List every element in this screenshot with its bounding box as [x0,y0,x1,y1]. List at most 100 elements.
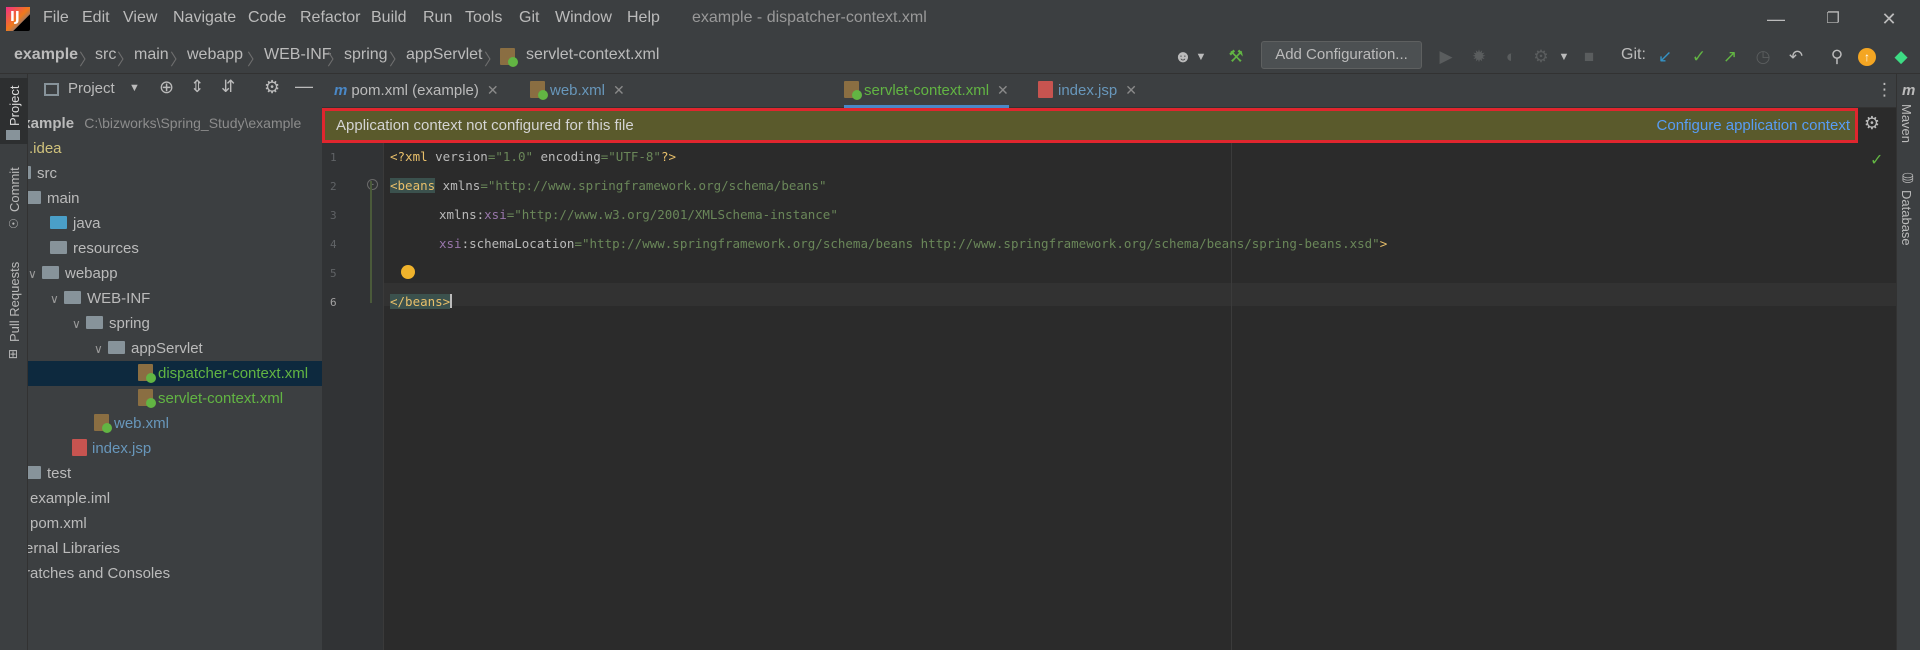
configure-application-context-link[interactable]: Configure application context [1657,117,1850,134]
fold-icon[interactable]: - [367,179,378,190]
tree-item-scratches[interactable]: ratches and Consoles [28,561,319,586]
breadcrumb-servlet-context[interactable]: servlet-context.xml [526,46,659,64]
menu-navigate[interactable]: Navigate [173,9,236,27]
menu-help[interactable]: Help [627,9,660,27]
gear-icon[interactable]: ⚙ [1860,113,1884,137]
tree-item-test[interactable]: test [28,461,318,486]
jetbrains-toolbox-icon[interactable]: ◆ [1890,46,1912,68]
project-panel-title[interactable]: Project [68,80,115,97]
project-panel: Project ▼ ⊕ ⇕ ⇵ ⚙ — example C:\bizworks\… [28,74,322,650]
chevron-down-icon[interactable]: ∨ [72,312,86,337]
close-icon[interactable]: ✕ [487,82,499,98]
line-number: 2 [330,180,337,193]
tree-item-index-jsp[interactable]: index.jsp [72,436,322,461]
run-icon[interactable]: ▶ [1435,46,1457,68]
menu-run[interactable]: Run [423,9,452,27]
resources-folder-icon [50,241,67,254]
breadcrumb-spring[interactable]: spring [344,46,388,64]
xml-namespace: xsi [484,207,507,222]
menu-edit[interactable]: Edit [82,9,110,27]
commit-tool-label[interactable]: Commit [7,167,22,212]
debug-icon[interactable]: ✹ [1468,46,1490,68]
breadcrumb-webapp[interactable]: webapp [187,46,243,64]
breadcrumb-appservlet[interactable]: appServlet [406,46,483,64]
folder-icon [28,466,41,479]
expand-all-icon[interactable]: ⇕ [190,77,204,97]
menu-window[interactable]: Window [555,9,612,27]
tree-item-main[interactable]: main [28,186,318,211]
git-commit-icon[interactable]: ✓ [1688,46,1710,68]
lightbulb-icon[interactable] [401,265,415,279]
chevron-down-icon[interactable]: ∨ [28,262,42,287]
close-icon[interactable]: ✕ [997,82,1009,98]
history-icon[interactable]: ◷ [1752,46,1774,68]
tab-pom-xml[interactable]: m pom.xml (example) ✕ [334,74,499,108]
chevron-down-icon[interactable]: ∨ [94,337,108,362]
build-hammer-icon[interactable]: ⚒ [1225,46,1247,68]
database-tool-label[interactable]: Database [1899,190,1914,246]
project-tool-label[interactable]: Project [7,86,22,126]
tree-item-java[interactable]: java [50,211,322,236]
tab-servlet-context[interactable]: servlet-context.xml ✕ [844,74,1009,108]
breadcrumb-main[interactable]: main [134,46,169,64]
text-caret [450,294,453,308]
profile-icon[interactable]: ⚙ [1530,46,1552,68]
menu-build[interactable]: Build [371,9,407,27]
breadcrumb-example[interactable]: example [14,46,78,64]
git-push-icon[interactable]: ↗ [1719,46,1741,68]
tab-web-xml[interactable]: web.xml ✕ [530,74,625,108]
inspection-ok-icon[interactable]: ✓ [1870,150,1883,170]
tab-index-jsp[interactable]: index.jsp ✕ [1038,74,1137,108]
menu-git[interactable]: Git [519,9,539,27]
tree-item-idea[interactable]: .idea [28,136,300,161]
code-editor[interactable]: 1 2 3 4 5 6 - <?xml version="1.0" encodi… [322,143,1896,650]
stop-icon[interactable]: ■ [1578,46,1600,68]
menu-file[interactable]: File [43,9,69,27]
pull-requests-tool-label[interactable]: Pull Requests [7,262,22,342]
breadcrumb-src[interactable]: src [95,46,116,64]
minimize-icon[interactable]: — [1763,6,1789,32]
menu-code[interactable]: Code [248,9,286,27]
current-line-highlight [384,283,1896,306]
update-icon[interactable]: ↑ [1858,48,1876,66]
tree-item-web-xml[interactable]: web.xml [94,411,322,436]
coverage-icon[interactable]: ◐ [1500,46,1522,68]
tree-item-spring[interactable]: ∨ spring [72,311,322,336]
breadcrumb-web-inf[interactable]: WEB-INF [264,46,332,64]
tree-item-web-inf[interactable]: ∨ WEB-INF [50,286,322,311]
git-update-icon[interactable]: ↙ [1654,46,1676,68]
search-icon[interactable]: ⚲ [1826,46,1848,68]
close-icon[interactable]: ✕ [613,82,625,98]
intellij-logo-icon[interactable]: IJ [6,7,30,31]
maven-tool-label[interactable]: Maven [1899,104,1914,143]
tree-label: example.iml [30,490,111,507]
tree-item-servlet-context[interactable]: servlet-context.xml [138,386,322,411]
add-configuration-button[interactable]: Add Configuration... [1261,41,1422,69]
chevron-down-icon[interactable]: ▼ [1190,46,1212,68]
close-icon[interactable]: ✕ [1125,82,1137,98]
menu-tools[interactable]: Tools [465,9,502,27]
tree-item-webapp[interactable]: ∨ webapp [28,261,322,286]
more-tabs-icon[interactable]: ⋮ [1876,80,1893,100]
hide-panel-icon[interactable]: — [295,76,313,97]
tree-item-resources[interactable]: resources [50,236,322,261]
restore-icon[interactable]: ❐ [1820,6,1846,32]
chevron-down-icon[interactable]: ▼ [1553,46,1575,68]
tree-item-src[interactable]: src [28,161,308,186]
menu-view[interactable]: View [123,9,157,27]
chevron-down-icon[interactable]: ∨ [50,287,64,312]
tree-item-dispatcher-context[interactable]: dispatcher-context.xml [28,361,322,386]
collapse-all-icon[interactable]: ⇵ [221,77,235,97]
close-icon[interactable]: ✕ [1876,6,1902,32]
gear-icon[interactable]: ⚙ [264,77,280,98]
menu-refactor[interactable]: Refactor [300,9,360,27]
tree-item-example-iml[interactable]: example.iml [30,486,322,511]
chevron-down-icon[interactable]: ▼ [129,82,140,94]
tree-item-pom-xml[interactable]: pom.xml [30,511,322,536]
locate-icon[interactable]: ⊕ [159,77,174,98]
tree-item-external-libraries[interactable]: ernal Libraries [28,536,319,561]
rollback-icon[interactable]: ↶ [1785,46,1807,68]
tree-item-root[interactable]: example C:\bizworks\Spring_Study\example [28,111,308,136]
tree-item-appservlet[interactable]: ∨ appServlet [94,336,322,361]
code-line-2: <beans xmlns="http://www.springframework… [390,178,827,193]
